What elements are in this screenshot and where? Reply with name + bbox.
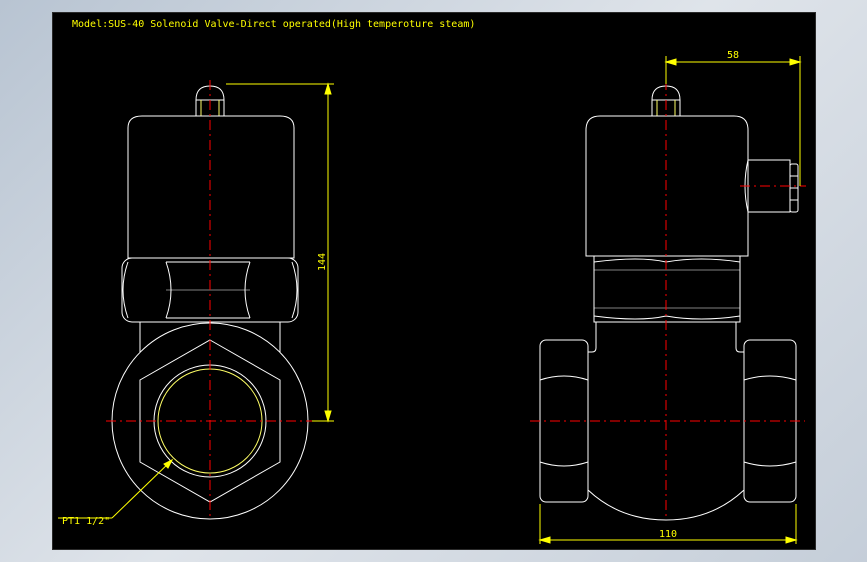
- dim-top-right: [664, 56, 802, 186]
- cad-drawing: Model:SUS-40 Solenoid Valve-Direct opera…: [58, 19, 806, 544]
- thread-label: PT1 1/2": [62, 516, 110, 527]
- centerlines-right: [530, 60, 806, 520]
- dim-top-right-label: 58: [727, 50, 739, 61]
- right-view: [539, 85, 799, 521]
- hex-nut-right: [593, 255, 741, 323]
- drawing-title: Model:SUS-40 Solenoid Valve-Direct opera…: [72, 19, 475, 30]
- dim-height-label: 144: [317, 253, 328, 271]
- centerlines-left: [106, 80, 318, 520]
- dim-width-label: 110: [659, 529, 677, 540]
- coil-body-left: [127, 115, 295, 259]
- dim-height: [226, 82, 334, 423]
- thread-leader: [58, 458, 174, 519]
- coil-body-right: [585, 115, 749, 257]
